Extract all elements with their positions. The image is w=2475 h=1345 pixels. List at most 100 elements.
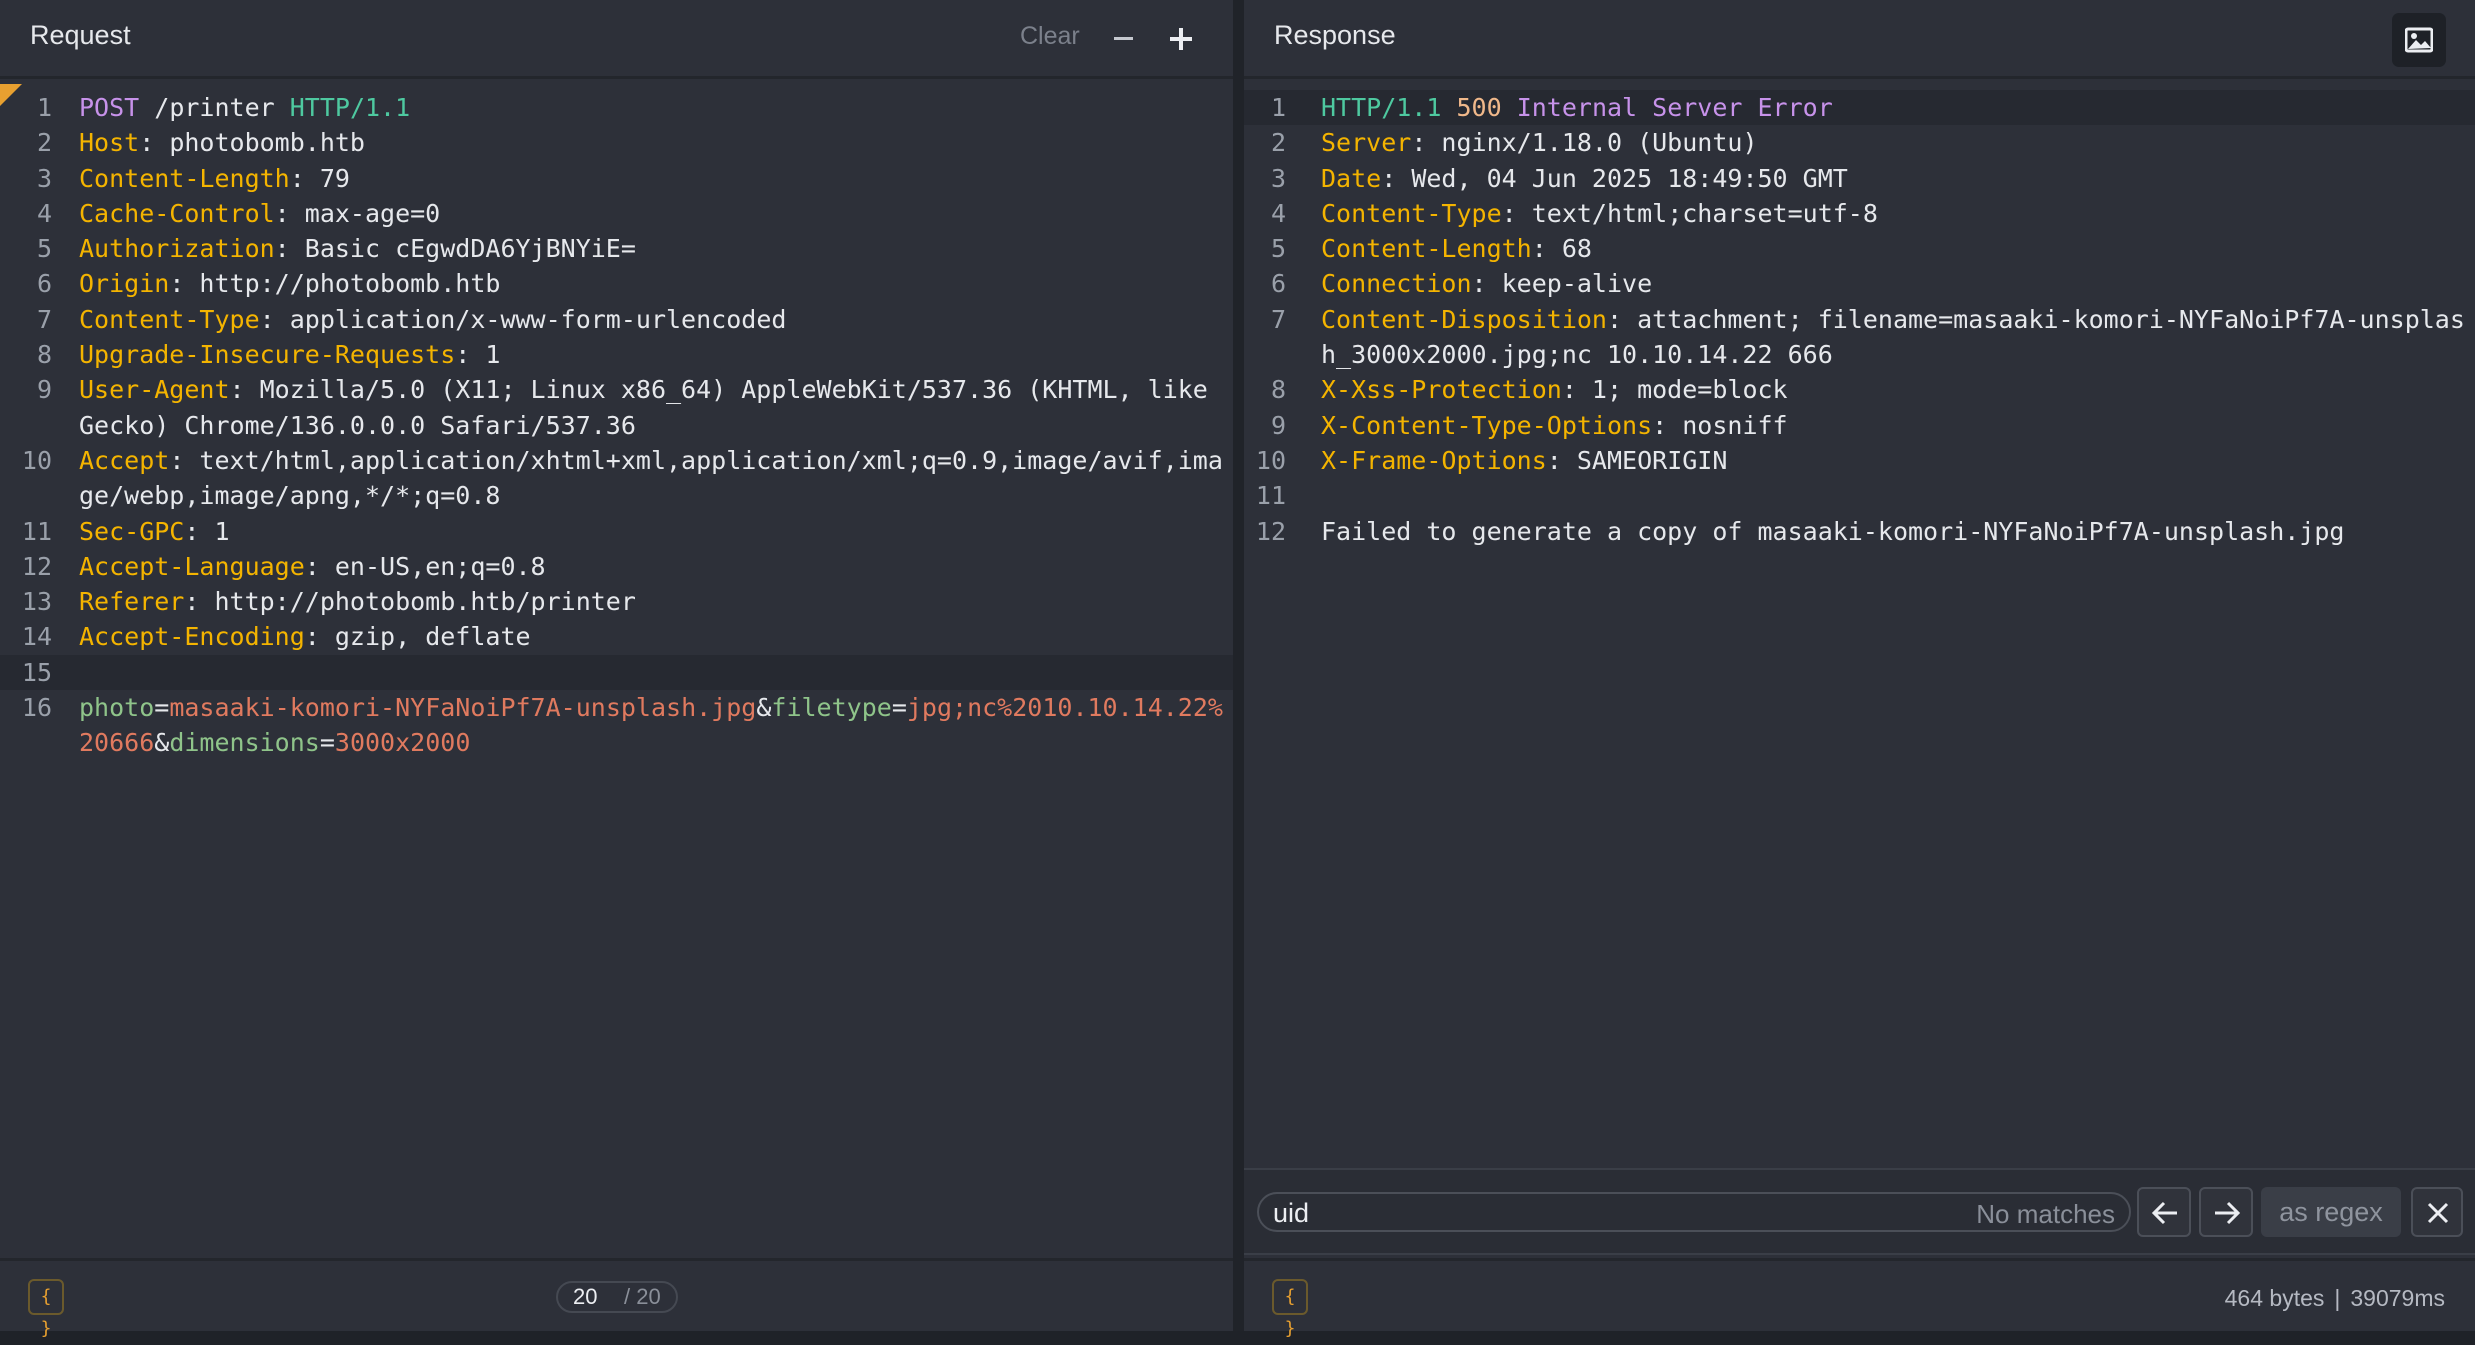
code-line[interactable]: 11 Sec-GPC: 1 bbox=[0, 514, 1233, 549]
code-line[interactable]: 10 X-Frame-Options: SAMEORIGIN bbox=[1244, 443, 2475, 478]
code-token: = bbox=[154, 693, 170, 723]
image-button[interactable] bbox=[2392, 13, 2446, 67]
request-header: Request Clear bbox=[0, 0, 1233, 79]
search-query[interactable]: uid bbox=[1273, 1198, 1309, 1229]
code-token: Authorization bbox=[79, 234, 275, 264]
history-total: / 20 bbox=[624, 1284, 661, 1309]
line-content: Content-Length: 79 bbox=[79, 161, 1233, 196]
line-content: Content-Disposition: attachment; filenam… bbox=[1321, 302, 2475, 373]
line-content: Accept: text/html,application/xhtml+xml,… bbox=[79, 443, 1233, 514]
code-token: 3000x2000 bbox=[334, 728, 471, 758]
line-content: Failed to generate a copy of masaaki-kom… bbox=[1321, 514, 2475, 549]
code-line[interactable]: 8 X-Xss-Protection: 1; mode=block bbox=[1244, 372, 2475, 407]
code-token: Date bbox=[1321, 163, 1382, 193]
regex-toggle[interactable]: as regex bbox=[2261, 1187, 2401, 1237]
code-token: : text/html;charset=utf-8 bbox=[1501, 198, 1878, 228]
code-line[interactable]: 12 Failed to generate a copy of masaaki-k… bbox=[1244, 514, 2475, 549]
code-token: : nginx/1.18.0 (Ubuntu) bbox=[1411, 128, 1758, 158]
line-content: Accept-Language: en-US,en;q=0.8 bbox=[79, 549, 1233, 584]
line-content: Content-Length: 68 bbox=[1321, 231, 2475, 266]
line-number: 2 bbox=[1270, 128, 1286, 158]
code-line[interactable]: 5 Content-Length: 68 bbox=[1244, 231, 2475, 266]
line-content: X-Content-Type-Options: nosniff bbox=[1321, 408, 2475, 443]
image-icon bbox=[2405, 27, 2433, 53]
zoom-in-icon[interactable] bbox=[1164, 23, 1196, 55]
code-line[interactable]: 9 X-Content-Type-Options: nosniff bbox=[1244, 408, 2475, 443]
code-line[interactable]: 10 Accept: text/html,application/xhtml+xm… bbox=[0, 443, 1233, 514]
line-number: 4 bbox=[36, 198, 52, 228]
code-line[interactable]: 7 Content-Disposition: attachment; filena… bbox=[1244, 302, 2475, 373]
code-token: : Basic cEgwdDA6YjBNYiE= bbox=[274, 234, 636, 264]
code-line[interactable]: 1 POST /printer HTTP/1.1 bbox=[0, 90, 1233, 125]
code-token: Content-Type bbox=[79, 304, 260, 334]
code-token: = bbox=[891, 693, 907, 723]
code-line[interactable]: 8 Upgrade-Insecure-Requests: 1 bbox=[0, 337, 1233, 372]
line-content: Content-Type: application/x-www-form-url… bbox=[79, 302, 1233, 337]
code-line[interactable]: 1 HTTP/1.1 500 Internal Server Error bbox=[1244, 90, 2475, 126]
code-line[interactable]: 6 Connection: keep-alive bbox=[1244, 266, 2475, 301]
code-line[interactable]: 13 Referer: http://photobomb.htb/printer bbox=[0, 584, 1233, 619]
clear-button[interactable]: Clear bbox=[1020, 22, 1080, 51]
line-number: 6 bbox=[36, 269, 52, 299]
close-search-button[interactable] bbox=[2411, 1187, 2463, 1237]
pane-divider[interactable] bbox=[1233, 0, 1244, 1331]
line-content: Referer: http://photobomb.htb/printer bbox=[79, 584, 1233, 619]
line-number: 3 bbox=[1270, 163, 1286, 193]
response-stats: 464 bytes | 39079ms bbox=[2225, 1285, 2445, 1312]
code-token: filetype bbox=[771, 693, 892, 723]
code-line[interactable]: 2 Server: nginx/1.18.0 (Ubuntu) bbox=[1244, 125, 2475, 160]
code-line[interactable]: 6 Origin: http://photobomb.htb bbox=[0, 266, 1233, 301]
line-number: 9 bbox=[1270, 410, 1286, 440]
format-json-button[interactable]: { } bbox=[1272, 1279, 1308, 1339]
code-token: : http://photobomb.htb/printer bbox=[184, 587, 636, 617]
response-size: 464 bytes bbox=[2224, 1285, 2325, 1311]
code-line[interactable]: 4 Cache-Control: max-age=0 bbox=[0, 196, 1233, 231]
code-line[interactable]: 16 photo=masaaki-komori-NYFaNoiPf7A-unspl… bbox=[0, 690, 1233, 761]
next-match-button[interactable] bbox=[2199, 1187, 2253, 1237]
code-line[interactable]: 7 Content-Type: application/x-www-form-ur… bbox=[0, 302, 1233, 337]
response-pane: Response 1 HTTP/1.1 500 Internal Server E… bbox=[1244, 0, 2475, 1339]
code-token: : keep-alive bbox=[1471, 269, 1653, 299]
history-current[interactable]: 20 bbox=[573, 1283, 597, 1311]
code-token: : 1 bbox=[455, 340, 501, 370]
line-number: 12 bbox=[21, 551, 52, 581]
code-token: Cache-Control bbox=[79, 198, 275, 228]
code-line[interactable]: 14 Accept-Encoding: gzip, deflate bbox=[0, 619, 1233, 654]
line-content: X-Xss-Protection: 1; mode=block bbox=[1321, 372, 2475, 407]
line-number: 3 bbox=[36, 163, 52, 193]
code-line[interactable]: 3 Content-Length: 79 bbox=[0, 161, 1233, 196]
line-number: 14 bbox=[21, 622, 52, 652]
request-editor[interactable]: 1 POST /printer HTTP/1.1 2 Host: photobomb.… bbox=[0, 90, 1233, 761]
line-content: Content-Type: text/html;charset=utf-8 bbox=[1321, 196, 2475, 231]
request-title: Request bbox=[30, 20, 131, 50]
history-pager[interactable]: 20 / 20 bbox=[556, 1281, 678, 1313]
code-token: X-Content-Type-Options bbox=[1321, 410, 1653, 440]
code-line[interactable]: 12 Accept-Language: en-US,en;q=0.8 bbox=[0, 549, 1233, 584]
code-line[interactable]: 4 Content-Type: text/html;charset=utf-8 bbox=[1244, 196, 2475, 231]
response-editor[interactable]: 1 HTTP/1.1 500 Internal Server Error 2 Serv… bbox=[1244, 90, 2475, 549]
search-input[interactable]: uid No matches bbox=[1257, 1192, 2131, 1232]
code-token: & bbox=[756, 693, 772, 723]
line-number: 11 bbox=[1255, 481, 1286, 511]
line-number: 1 bbox=[1270, 93, 1286, 122]
code-token: Referer bbox=[79, 587, 185, 617]
line-number: 6 bbox=[1270, 269, 1286, 299]
code-token: : 79 bbox=[289, 163, 350, 193]
code-line[interactable]: 2 Host: photobomb.htb bbox=[0, 125, 1233, 160]
code-token: Accept bbox=[79, 445, 170, 475]
code-line[interactable]: 9 User-Agent: Mozilla/5.0 (X11; Linux x86… bbox=[0, 372, 1233, 443]
search-bar: uid No matches as regex bbox=[1244, 1168, 2475, 1255]
code-token: Failed to generate a copy of masaaki-kom… bbox=[1321, 516, 2345, 546]
prev-match-button[interactable] bbox=[2137, 1187, 2191, 1237]
response-header: Response bbox=[1244, 0, 2475, 79]
line-number: 11 bbox=[21, 516, 52, 546]
zoom-out-icon[interactable] bbox=[1108, 24, 1140, 52]
code-line[interactable]: 5 Authorization: Basic cEgwdDA6YjBNYiE= bbox=[0, 231, 1233, 266]
line-content: Cache-Control: max-age=0 bbox=[79, 196, 1233, 231]
format-json-button[interactable]: { } bbox=[28, 1279, 64, 1339]
code-line[interactable]: 15 bbox=[0, 654, 1233, 691]
code-line[interactable]: 11 bbox=[1244, 478, 2475, 513]
code-token: : max-age=0 bbox=[274, 198, 441, 228]
code-line[interactable]: 3 Date: Wed, 04 Jun 2025 18:49:50 GMT bbox=[1244, 161, 2475, 196]
line-content: Authorization: Basic cEgwdDA6YjBNYiE= bbox=[79, 231, 1233, 266]
